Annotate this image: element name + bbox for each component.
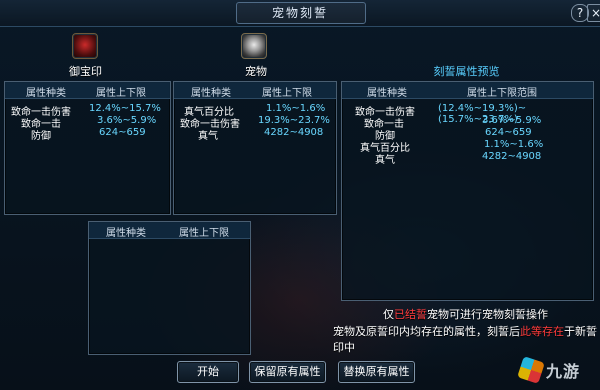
table-row: 防御 624~659	[342, 127, 593, 142]
pet-label: 宠物	[245, 65, 267, 78]
start-button[interactable]: 开始	[177, 361, 239, 383]
table-row: 防御 624~659	[5, 127, 170, 142]
preview-attr-range: 4282~4908	[482, 151, 542, 162]
preview-attr-type: 真气	[375, 155, 395, 166]
seal-attr-range: 3.6%~5.9%	[97, 115, 157, 126]
operation-note: 仅已结誓宠物可进行宠物刻誓操作	[383, 306, 548, 322]
pet-icon[interactable]	[241, 33, 267, 59]
close-button[interactable]: ×	[587, 4, 600, 22]
table-row: 致命一击伤害 (12.4%~19.3%)~(15.7%~23.7%)	[342, 103, 593, 125]
seal-header-range: 属性上下限	[96, 88, 146, 99]
note-highlight: 已结誓	[394, 308, 427, 321]
pet-attr-type: 真气	[198, 131, 218, 142]
watermark-text: 九游	[546, 362, 581, 381]
watermark: 九游	[517, 350, 600, 390]
preview-title: 刻誓属性预览	[433, 65, 500, 78]
table-row: 真气百分比 1.1%~1.6%	[342, 139, 593, 154]
seal-header-type: 属性种类	[26, 88, 66, 99]
watermark-logo-icon	[517, 356, 545, 384]
note-prefix: 仅	[383, 308, 394, 321]
note-suffix: 宠物可进行宠物刻誓操作	[427, 308, 548, 321]
pet-attr-range: 1.1%~1.6%	[266, 103, 326, 114]
table-row: 致命一击伤害 19.3%~23.7%	[174, 115, 336, 130]
replace-original-attributes-button[interactable]: 替换原有属性	[338, 361, 415, 383]
table-row: 致命一击 3.6%~5.9%	[342, 115, 593, 130]
seal-attr-range: 12.4%~15.7%	[89, 103, 161, 114]
pet-attr-range: 19.3%~23.7%	[258, 115, 330, 126]
keep-original-attributes-button[interactable]: 保留原有属性	[249, 361, 326, 383]
pet-header-type: 属性种类	[191, 88, 231, 99]
title-bar: 宠物刻誓 ? ×	[0, 0, 600, 27]
window-title: 宠物刻誓	[271, 6, 328, 20]
pet-attributes-panel: 属性种类 属性上下限 真气百分比 1.1%~1.6% 致命一击伤害 19.3%~…	[173, 81, 337, 215]
result-header-type: 属性种类	[106, 228, 146, 239]
table-row: 真气百分比 1.1%~1.6%	[174, 103, 336, 118]
pet-header-range: 属性上下限	[262, 88, 312, 99]
seal-icon[interactable]	[72, 33, 98, 59]
table-row: 致命一击伤害 12.4%~15.7%	[5, 103, 170, 118]
pet-attr-range: 4282~4908	[264, 127, 324, 138]
seal-attributes-panel: 属性种类 属性上下限 致命一击伤害 12.4%~15.7% 致命一击 3.6%~…	[4, 81, 171, 215]
preview-attr-range: 1.1%~1.6%	[484, 139, 544, 150]
preview-header-range: 属性上下限范围	[467, 88, 537, 99]
preview-attributes-panel: 属性种类 属性上下限范围 致命一击伤害 (12.4%~19.3%)~(15.7%…	[341, 81, 594, 301]
table-row: 致命一击 3.6%~5.9%	[5, 115, 170, 130]
seal-attr-range: 624~659	[99, 127, 146, 138]
seal-attr-type: 防御	[31, 131, 51, 142]
result-attributes-panel: 属性种类 属性上下限	[88, 221, 251, 355]
table-row: 真气 4282~4908	[342, 151, 593, 166]
note-highlight: 此等存在	[520, 325, 564, 338]
preview-attr-range: 624~659	[485, 127, 532, 138]
preview-header-type: 属性种类	[367, 88, 407, 99]
preview-attr-range: 3.6%~5.9%	[482, 115, 542, 126]
seal-label: 御宝印	[69, 65, 102, 78]
table-row: 真气 4282~4908	[174, 127, 336, 142]
result-header-range: 属性上下限	[179, 228, 229, 239]
note-prefix: 宠物及原誓印内均存在的属性，刻誓后	[333, 325, 520, 338]
